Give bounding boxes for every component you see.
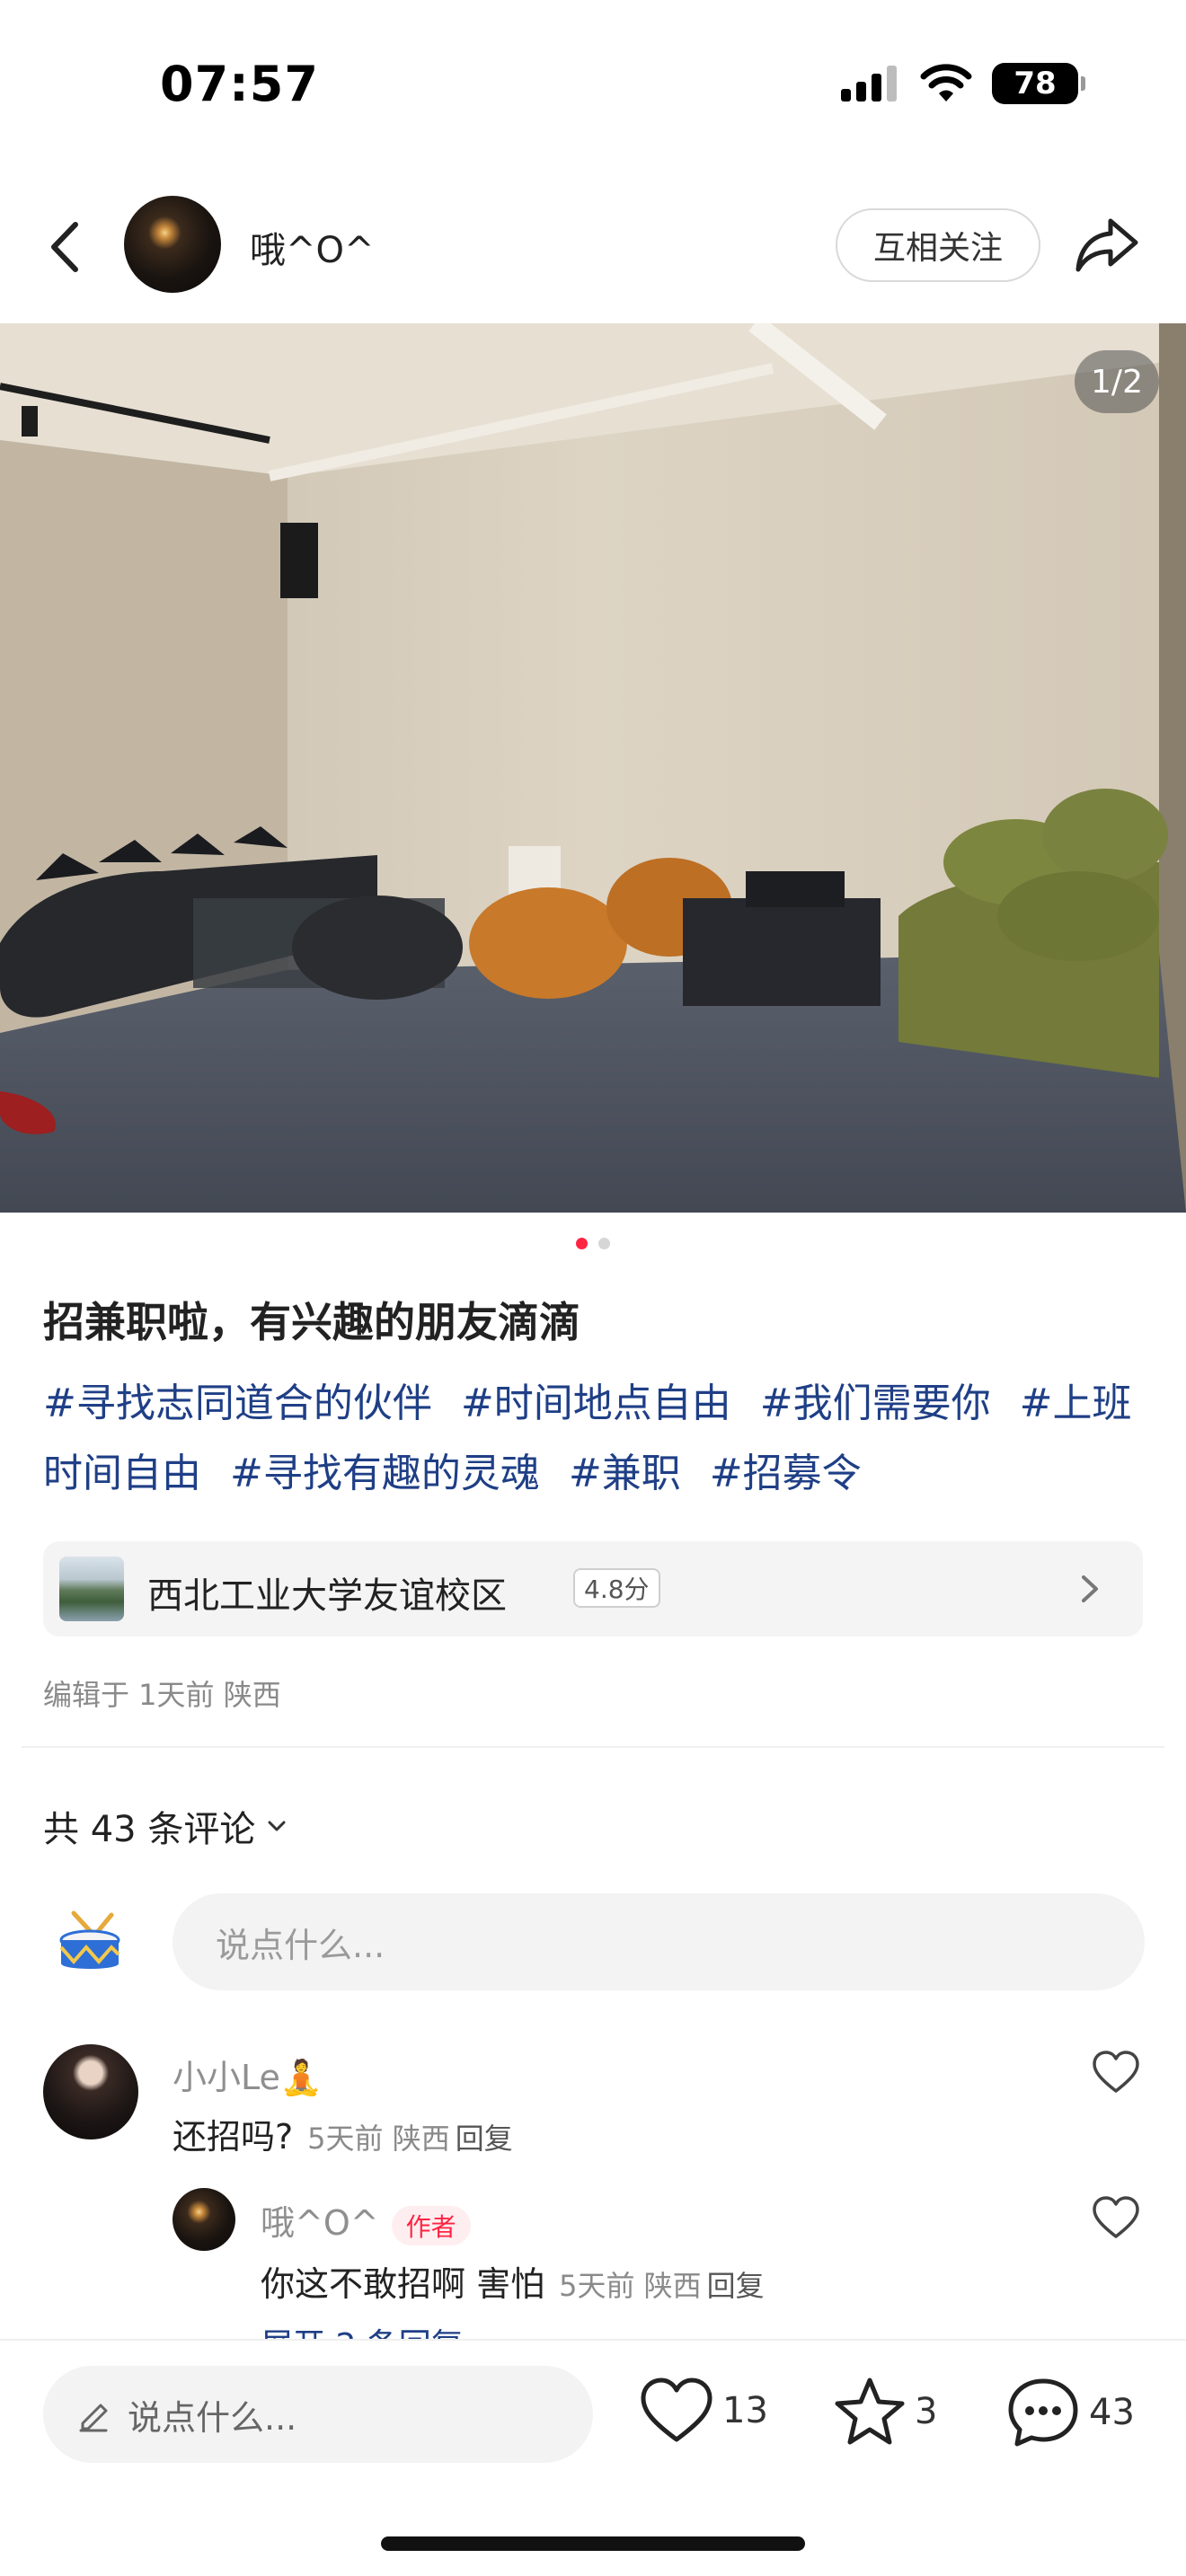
star-icon xyxy=(835,2378,905,2445)
comment-count-label: 共 43 条评论 xyxy=(43,1809,256,1850)
comment-meta: 5天前 陕西 xyxy=(307,2122,450,2156)
like-button[interactable]: 13 xyxy=(640,2377,768,2445)
reply-author-name[interactable]: 哦^O^ 作者 xyxy=(261,2195,471,2245)
share-icon[interactable] xyxy=(1073,212,1141,280)
reply-body: 你这不敢招啊 害怕 xyxy=(261,2264,545,2304)
post-header: 哦^O^ 互相关注 xyxy=(0,180,1186,314)
wifi-icon xyxy=(920,64,972,101)
heart-icon[interactable] xyxy=(1091,2193,1141,2244)
comment-input[interactable]: 说点什么... xyxy=(173,1893,1145,1990)
reply-author-avatar[interactable] xyxy=(173,2188,235,2251)
location-card[interactable]: 西北工业大学友谊校区 4.8分 xyxy=(43,1541,1143,1636)
favorite-button[interactable]: 3 xyxy=(834,2377,937,2447)
hashtag-link[interactable]: #时间地点自由 xyxy=(461,1381,731,1426)
back-arrow-icon[interactable] xyxy=(36,216,99,278)
hashtag-link[interactable]: #寻找志同道合的伙伴 xyxy=(43,1381,432,1426)
location-name: 西北工业大学友谊校区 xyxy=(147,1575,507,1617)
author-avatar[interactable] xyxy=(124,196,221,293)
heart-icon xyxy=(641,2378,712,2442)
commenter-avatar[interactable] xyxy=(43,2044,138,2139)
room-photo-illustration xyxy=(0,323,1186,1213)
photo-counter: 1/2 xyxy=(1075,350,1159,413)
post-photo[interactable]: 1/2 xyxy=(0,323,1186,1213)
chevron-down-icon xyxy=(268,1821,286,1831)
bottom-input-placeholder: 说点什么... xyxy=(128,2397,297,2438)
reply-meta: 5天前 陕西 xyxy=(559,2269,702,2303)
favorite-count: 3 xyxy=(915,2391,938,2432)
comment-button[interactable]: 43 xyxy=(1006,2377,1135,2448)
home-indicator[interactable] xyxy=(381,2536,805,2551)
post-tags: #寻找志同道合的伙伴 #时间地点自由 #我们需要你 #上班时间自由 #寻找有趣的… xyxy=(43,1369,1148,1509)
status-time: 07:57 xyxy=(160,56,319,112)
comment-body: 还招吗? xyxy=(173,2117,294,2157)
comment-text[interactable]: 还招吗? 5天前 陕西 回复 xyxy=(173,2109,513,2158)
reply-author-label: 哦^O^ xyxy=(261,2203,379,2243)
comment-bubble-icon xyxy=(1008,2378,1078,2447)
battery-icon: 78 xyxy=(992,63,1085,104)
reply-button[interactable]: 回复 xyxy=(456,2122,513,2156)
hashtag-link[interactable]: #寻找有趣的灵魂 xyxy=(230,1451,540,1496)
reply-button[interactable]: 回复 xyxy=(707,2269,765,2303)
chevron-right-icon xyxy=(1082,1575,1098,1602)
heart-icon[interactable] xyxy=(1091,2048,1141,2098)
cellular-signal-icon xyxy=(841,66,897,101)
status-bar: 07:57 78 xyxy=(0,0,1186,162)
reply-text[interactable]: 你这不敢招啊 害怕 5天前 陕西 回复 xyxy=(261,2256,765,2306)
comment-count-toggle[interactable]: 共 43 条评论 xyxy=(43,1800,289,1852)
status-icons: 78 xyxy=(841,63,1085,104)
hashtag-link[interactable]: #招募令 xyxy=(710,1451,862,1496)
follow-button[interactable]: 互相关注 xyxy=(836,208,1040,282)
post-title: 招兼职啦，有兴趣的朋友滴滴 xyxy=(43,1298,580,1346)
edit-meta: 编辑于 1天前 陕西 xyxy=(43,1678,281,1712)
comment-count: 43 xyxy=(1089,2392,1135,2433)
like-count: 13 xyxy=(722,2390,768,2431)
location-thumbnail xyxy=(59,1557,124,1621)
divider xyxy=(22,1746,1164,1748)
pager-dot-active xyxy=(576,1238,588,1249)
bottom-comment-input[interactable]: 说点什么... xyxy=(43,2366,593,2463)
photo-pager xyxy=(0,1238,1186,1249)
pencil-icon xyxy=(79,2404,108,2432)
author-name[interactable]: 哦^O^ xyxy=(250,221,375,273)
hashtag-link[interactable]: #我们需要你 xyxy=(760,1381,991,1426)
location-rating: 4.8分 xyxy=(573,1568,660,1608)
battery-level: 78 xyxy=(1013,66,1057,101)
hashtag-link[interactable]: #兼职 xyxy=(569,1451,681,1496)
bottom-action-bar: 说点什么... 13 3 43 xyxy=(0,2339,1186,2576)
author-badge: 作者 xyxy=(391,2205,471,2245)
pager-dot xyxy=(598,1238,610,1249)
drum-icon xyxy=(59,1910,120,1969)
commenter-name[interactable]: 小小Le🧘 xyxy=(173,2050,323,2099)
